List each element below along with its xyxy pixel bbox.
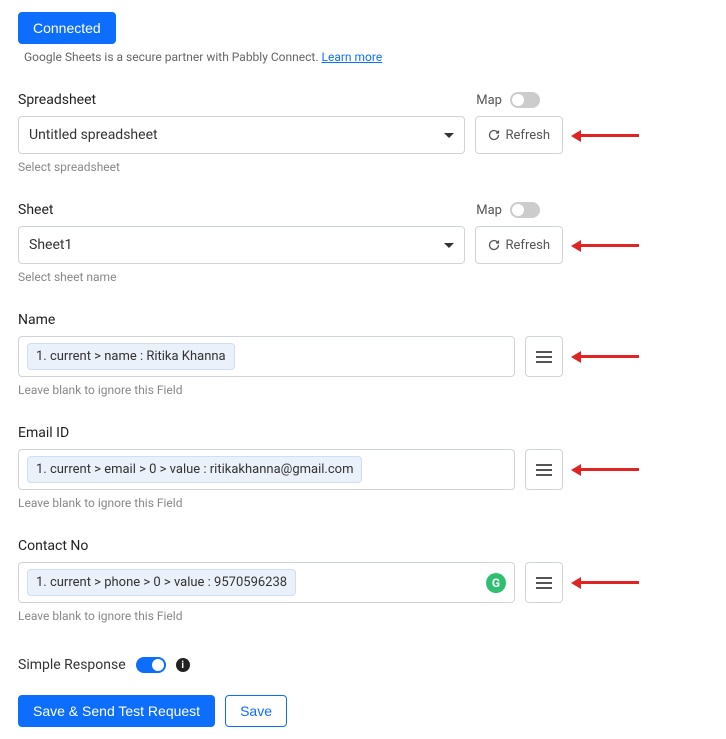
name-token[interactable]: 1. current > name : Ritika Khanna (27, 343, 235, 370)
email-mapper-button[interactable] (525, 449, 563, 490)
save-button[interactable]: Save (225, 695, 287, 727)
menu-icon (536, 351, 552, 363)
info-icon[interactable]: i (176, 658, 190, 672)
refresh-label: Refresh (506, 128, 550, 143)
menu-icon (536, 577, 552, 589)
chevron-down-icon (444, 243, 454, 248)
spreadsheet-label: Spreadsheet (18, 92, 96, 108)
sheet-label: Sheet (18, 202, 53, 218)
spreadsheet-refresh-button[interactable]: Refresh (475, 116, 563, 154)
sheet-refresh-button[interactable]: Refresh (475, 226, 563, 264)
secure-text: Google Sheets is a secure partner with P… (24, 50, 322, 64)
sheet-value: Sheet1 (29, 237, 72, 253)
contact-label: Contact No (18, 538, 88, 554)
refresh-icon (488, 239, 500, 251)
contact-mapper-button[interactable] (525, 562, 563, 603)
chevron-down-icon (444, 133, 454, 138)
learn-more-link[interactable]: Learn more (322, 50, 383, 64)
secure-info: Google Sheets is a secure partner with P… (24, 50, 708, 64)
contact-input[interactable]: 1. current > phone > 0 > value : 9570596… (18, 562, 515, 603)
contact-helper: Leave blank to ignore this Field (18, 609, 708, 623)
simple-response-toggle[interactable] (136, 657, 166, 673)
menu-icon (536, 464, 552, 476)
name-label: Name (18, 312, 55, 328)
spreadsheet-map-toggle[interactable] (510, 92, 540, 108)
pointer-arrow (579, 355, 639, 358)
sheet-map-toggle[interactable] (510, 202, 540, 218)
map-label: Map (476, 203, 502, 218)
connected-button[interactable]: Connected (18, 12, 116, 44)
name-input[interactable]: 1. current > name : Ritika Khanna (18, 336, 515, 377)
email-label: Email ID (18, 425, 69, 441)
email-input[interactable]: 1. current > email > 0 > value : ritikak… (18, 449, 515, 490)
pointer-arrow (579, 468, 639, 471)
email-helper: Leave blank to ignore this Field (18, 496, 708, 510)
pointer-arrow (579, 134, 639, 137)
contact-token[interactable]: 1. current > phone > 0 > value : 9570596… (27, 569, 296, 596)
sheet-select[interactable]: Sheet1 (18, 226, 465, 264)
grammarly-badge: G (486, 573, 506, 593)
pointer-arrow (579, 244, 639, 247)
name-helper: Leave blank to ignore this Field (18, 383, 708, 397)
simple-response-label: Simple Response (18, 657, 126, 673)
map-label: Map (476, 93, 502, 108)
email-token[interactable]: 1. current > email > 0 > value : ritikak… (27, 456, 362, 483)
save-send-button[interactable]: Save & Send Test Request (18, 695, 215, 727)
refresh-icon (488, 129, 500, 141)
spreadsheet-select[interactable]: Untitled spreadsheet (18, 116, 465, 154)
pointer-arrow (579, 581, 639, 584)
name-mapper-button[interactable] (525, 336, 563, 377)
refresh-label: Refresh (506, 238, 550, 253)
spreadsheet-helper: Select spreadsheet (18, 160, 708, 174)
spreadsheet-value: Untitled spreadsheet (29, 127, 158, 143)
sheet-helper: Select sheet name (18, 270, 708, 284)
